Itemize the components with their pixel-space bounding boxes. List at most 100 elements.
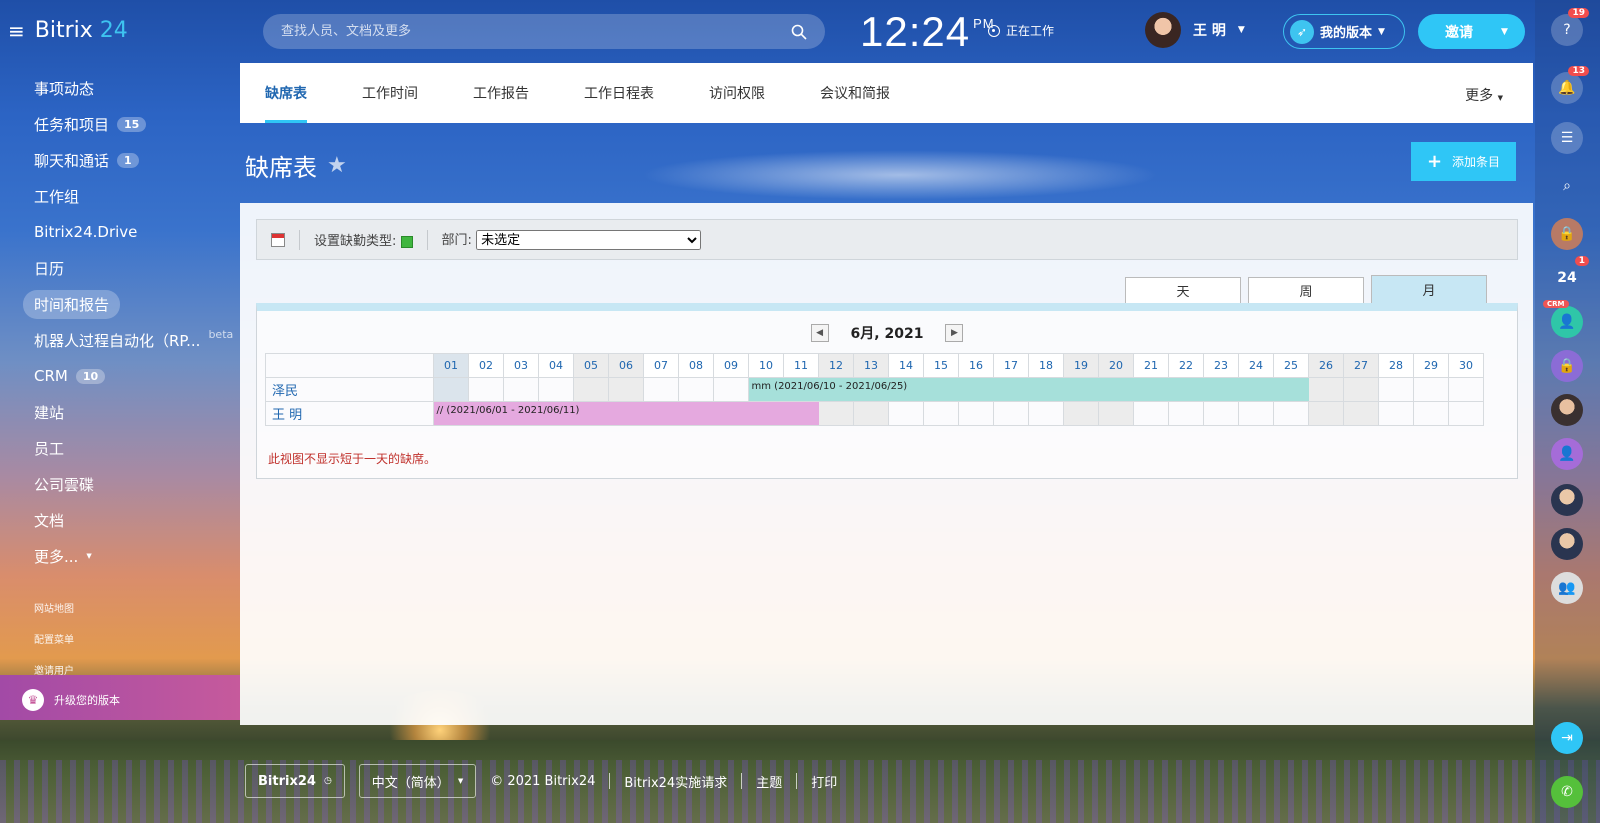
absence-bar[interactable]: mm (2021/06/10 - 2021/06/25) (748, 377, 1309, 401)
day-cell[interactable] (923, 401, 959, 426)
tab-absence-chart[interactable]: 缺席表 (265, 63, 307, 123)
calendar-icon[interactable] (271, 232, 285, 247)
sidebar-item-feed[interactable]: 事项动态 (0, 70, 240, 106)
sitemap-link[interactable]: 网站地图 (0, 592, 240, 623)
view-tab-day[interactable]: 天 (1125, 277, 1241, 303)
sidebar-item-calendar[interactable]: 日历 (0, 250, 240, 286)
day-cell[interactable] (1378, 377, 1414, 402)
help-icon[interactable]: ? 19 (1551, 8, 1589, 46)
contact-avatar[interactable] (1551, 528, 1583, 560)
day-cell[interactable] (1238, 401, 1274, 426)
day-cell[interactable] (1203, 401, 1239, 426)
tabs-more-button[interactable]: 更多 ▼ (1465, 85, 1503, 105)
day-cell[interactable] (1413, 401, 1449, 426)
day-cell[interactable] (1413, 377, 1449, 402)
sidebar-item-more[interactable]: 更多... ▼ (0, 538, 240, 574)
sidebar-item-time-reports[interactable]: 时间和报告 (0, 286, 240, 322)
day-cell[interactable] (573, 377, 609, 402)
day-cell[interactable] (678, 377, 714, 402)
view-tab-month[interactable]: 月 (1371, 275, 1487, 303)
absence-bar[interactable]: // (2021/06/01 - 2021/06/11) (433, 401, 819, 425)
sidebar-item-chat[interactable]: 聊天和通话 1 (0, 142, 240, 178)
sidebar-item-sites[interactable]: 建站 (0, 394, 240, 430)
search-input[interactable] (281, 24, 761, 39)
search-icon[interactable]: ⌕ (1551, 170, 1583, 202)
search-icon[interactable] (791, 24, 807, 40)
day-cell[interactable] (468, 377, 504, 402)
sidebar-item-docs[interactable]: 文档 (0, 502, 240, 538)
invite-users-link[interactable]: 邀请用户 (0, 654, 240, 685)
day-cell[interactable] (713, 377, 749, 402)
view-tab-week[interactable]: 周 (1248, 277, 1364, 303)
sidebar-item-employees[interactable]: 员工 (0, 430, 240, 466)
sidebar-item-tasks[interactable]: 任务和项目 15 (0, 106, 240, 142)
contact-avatar[interactable] (1551, 394, 1583, 426)
tab-meetings-briefings[interactable]: 会议和简报 (820, 63, 890, 123)
department-select[interactable]: 未选定 (476, 230, 702, 251)
footer-logo-button[interactable]: Bitrix24 ◷ (245, 764, 345, 798)
day-cell[interactable] (993, 401, 1029, 426)
employee-name[interactable]: 泽民 (265, 377, 434, 402)
day-cell[interactable] (1063, 401, 1099, 426)
search-bar[interactable] (263, 14, 825, 49)
sidebar-item-company-drive[interactable]: 公司雲碟 (0, 466, 240, 502)
tab-work-schedules[interactable]: 工作日程表 (584, 63, 654, 123)
tab-work-reports[interactable]: 工作报告 (473, 63, 529, 123)
day-cell[interactable] (1168, 401, 1204, 426)
day-cell[interactable] (1343, 401, 1379, 426)
day-cell[interactable] (1028, 401, 1064, 426)
day-cell[interactable] (1448, 377, 1484, 402)
upgrade-link[interactable]: ♛ 升级您的版本 (0, 683, 240, 717)
day-cell[interactable] (1133, 401, 1169, 426)
day-cell[interactable] (1308, 401, 1344, 426)
add-entry-button[interactable]: + 添加条目 (1411, 142, 1516, 181)
work-status[interactable]: 正在工作 (988, 22, 1054, 39)
star-icon[interactable]: ★ (327, 153, 347, 178)
tab-work-time[interactable]: 工作时间 (362, 63, 418, 123)
my-version-button[interactable]: ➶ 我的版本 ▼ (1283, 14, 1405, 49)
sidebar-item-drive[interactable]: Bitrix24.Drive (0, 214, 240, 250)
day-cell[interactable] (503, 377, 539, 402)
chevron-down-icon[interactable]: ▼ (1501, 27, 1508, 37)
day-cell[interactable] (1273, 401, 1309, 426)
day-cell[interactable] (853, 401, 889, 426)
print-link[interactable]: 打印 (811, 772, 837, 791)
sidebar-item-workgroups[interactable]: 工作组 (0, 178, 240, 214)
user-icon[interactable]: 👤 (1551, 438, 1583, 470)
absence-type-setting[interactable]: 设置缺勤类型: (314, 230, 413, 249)
day-cell[interactable] (818, 401, 854, 426)
sidebar-item-rpa[interactable]: 机器人过程自动化（RP... beta (0, 322, 240, 358)
bell-icon[interactable]: 🔔 13 (1551, 66, 1589, 104)
day-cell[interactable] (1343, 377, 1379, 402)
user-menu[interactable]: 王 明 ▼ (1145, 12, 1245, 48)
lock-icon[interactable]: 🔒 (1551, 350, 1583, 382)
configure-menu-link[interactable]: 配置菜单 (0, 623, 240, 654)
app-logo[interactable]: ≡ Bitrix 24 (8, 18, 128, 43)
day-cell[interactable] (433, 377, 469, 402)
implementation-request-link[interactable]: Bitrix24实施请求 (624, 772, 727, 791)
menu-icon[interactable]: ≡ (8, 19, 25, 43)
phone-icon[interactable]: ✆ (1551, 776, 1583, 808)
tab-access-permissions[interactable]: 访问权限 (709, 63, 765, 123)
group-chat-avatar[interactable]: 👥 (1551, 572, 1583, 604)
crm-contact-icon[interactable]: 👤 CRM (1543, 300, 1583, 338)
day-cell[interactable] (888, 401, 924, 426)
day-cell[interactable] (1098, 401, 1134, 426)
day-cell[interactable] (643, 377, 679, 402)
exit-icon[interactable]: ⇥ (1551, 722, 1583, 754)
invite-button[interactable]: 邀请 ▼ (1418, 14, 1525, 49)
absence-color-swatch[interactable] (400, 235, 413, 248)
sidebar-item-crm[interactable]: CRM 10 (0, 358, 240, 394)
theme-link[interactable]: 主题 (756, 772, 782, 791)
day-cell[interactable] (1308, 377, 1344, 402)
contact-avatar[interactable] (1551, 484, 1583, 516)
day-cell[interactable] (1378, 401, 1414, 426)
b24-icon[interactable]: 24 1 (1551, 256, 1589, 294)
day-cell[interactable] (538, 377, 574, 402)
lock-icon[interactable]: 🔒 (1551, 218, 1583, 250)
day-cell[interactable] (958, 401, 994, 426)
day-cell[interactable] (608, 377, 644, 402)
day-cell[interactable] (1448, 401, 1484, 426)
prev-month-button[interactable]: ◀ (810, 324, 829, 342)
employee-name[interactable]: 王 明 (265, 401, 434, 426)
